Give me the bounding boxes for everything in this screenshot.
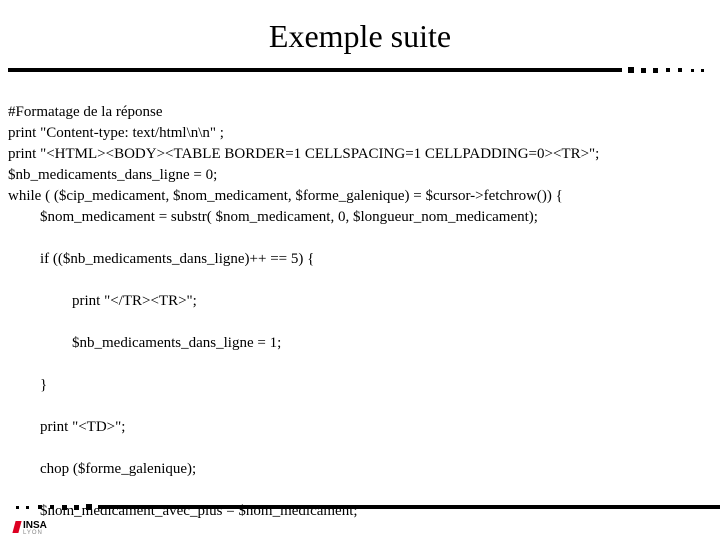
insa-logo: INSA LYON [14, 518, 60, 536]
code-line: chop ($forme_galenique); [8, 459, 712, 480]
code-line: $nom_medicament = substr( $nom_medicamen… [8, 207, 712, 228]
slide-title: Exemple suite [0, 0, 720, 65]
code-line: #Formatage de la réponse [8, 104, 163, 120]
code-line: print "<TD>"; [8, 417, 712, 438]
code-line: if (($nb_medicaments_dans_ligne)++ == 5)… [8, 249, 712, 270]
code-line: $nb_medicaments_dans_ligne = 1; [8, 333, 712, 354]
code-line: while ( ($cip_medicament, $nom_medicamen… [8, 188, 563, 204]
code-line: print "<HTML><BODY><TABLE BORDER=1 CELLS… [8, 146, 599, 162]
slide: Exemple suite #Formatage de la réponse p… [0, 0, 720, 540]
code-line: print "</TR><TR>"; [8, 291, 712, 312]
code-line: print "Content-type: text/html\n\n" ; [8, 125, 224, 141]
bottom-divider [8, 502, 720, 512]
code-block: #Formatage de la réponse print "Content-… [0, 75, 720, 540]
code-line: $nb_medicaments_dans_ligne = 0; [8, 167, 217, 183]
logo-subtext: LYON [23, 530, 43, 536]
logo-mark-icon [12, 521, 21, 533]
code-line: } [8, 375, 712, 396]
top-divider [0, 65, 720, 75]
